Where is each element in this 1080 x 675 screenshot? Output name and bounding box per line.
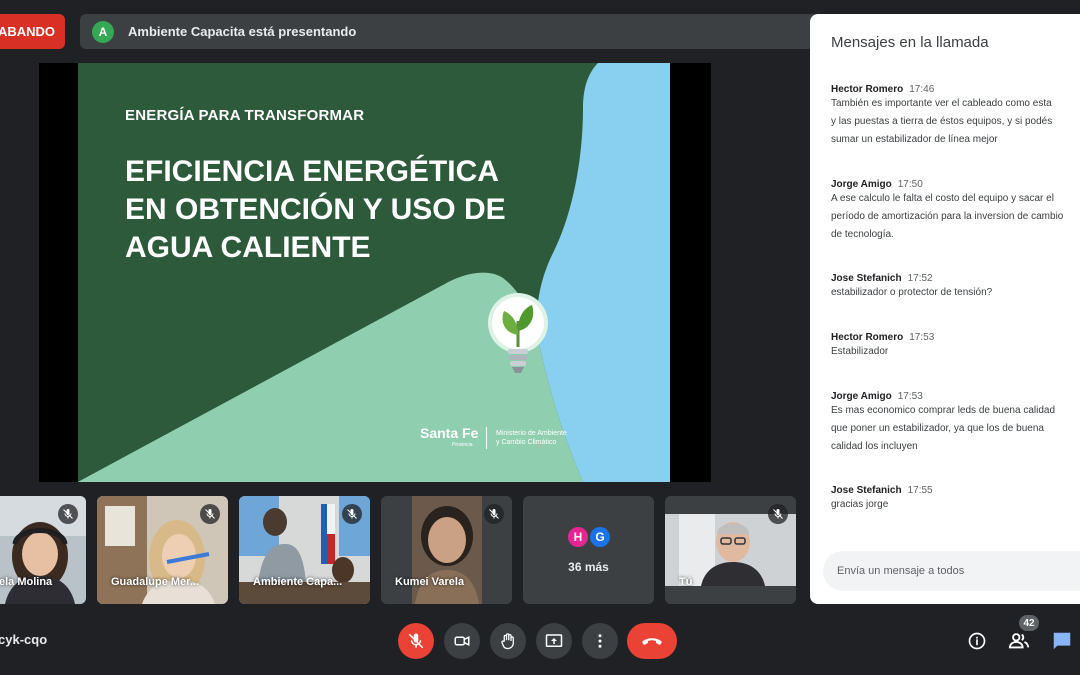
present-icon — [545, 634, 563, 647]
santa-fe-logo: Santa Fe — [420, 425, 479, 441]
message-text: A ese calculo le falta el costo del equi… — [831, 193, 1054, 204]
slide-background — [78, 63, 670, 482]
message-header: Jose Stefanich 17:55 — [831, 485, 1080, 496]
santa-fe-logo-sub: Provincia — [452, 442, 473, 448]
message-header: Jorge Amigo 17:50 — [831, 179, 1080, 190]
more-participants-label: 36 más — [568, 560, 609, 574]
leave-call-button[interactable] — [627, 623, 677, 659]
participant-name: ela Molina — [0, 576, 53, 588]
participant-name: Tú — [679, 576, 693, 588]
message-header: Jorge Amigo 17:53 — [831, 391, 1080, 402]
chat-panel: Mensajes en la llamada Hector Romero 17:4… — [810, 14, 1080, 604]
participant-avatar: G — [588, 525, 612, 549]
presentation-stage: ENERGÍA PARA TRANSFORMAR EFICIENCIA ENER… — [39, 63, 711, 482]
slide-title: EFICIENCIA ENERGÉTICA EN OBTENCIÓN Y USO… — [125, 153, 545, 267]
presenting-banner: A Ambiente Capacita está presentando — [80, 14, 820, 49]
ministry-line: Ministerio de Ambiente — [496, 430, 567, 437]
people-count-badge: 42 — [1019, 615, 1039, 631]
chat-button[interactable] — [1049, 628, 1075, 654]
recording-badge: ABANDO — [0, 14, 65, 49]
message-header: Jose Stefanich 17:52 — [831, 273, 1080, 284]
chat-message: Jorge Amigo 17:50 A ese calculo le falta … — [831, 179, 1080, 244]
mic-off-icon — [408, 633, 424, 649]
message-time: 17:50 — [897, 179, 923, 190]
chat-title: Mensajes en la llamada — [831, 34, 989, 51]
info-icon — [968, 632, 986, 650]
slide-kicker: ENERGÍA PARA TRANSFORMAR — [125, 107, 365, 124]
message-text: estabilizador o protector de tensión? — [831, 287, 993, 298]
mic-off-icon — [768, 504, 788, 524]
message-text: calidad los incluyen — [831, 441, 918, 452]
more-participants-tile[interactable]: H G 36 más — [523, 496, 654, 604]
message-header: Hector Romero 17:46 — [831, 84, 1080, 95]
more-options-button[interactable] — [582, 623, 618, 659]
mic-toggle-button[interactable] — [398, 623, 434, 659]
raise-hand-button[interactable] — [490, 623, 526, 659]
message-text: sumar un estabilizador de línea mejor — [831, 134, 998, 145]
message-text: gracias jorge — [831, 499, 889, 510]
people-button[interactable] — [1006, 628, 1032, 654]
message-time: 17:55 — [907, 485, 933, 496]
ministry-label: Ministerio de Ambiente y Cambio Climátic… — [496, 429, 596, 447]
participant-tile[interactable]: ela Molina — [0, 496, 86, 604]
ministry-line: y Cambio Climático — [496, 439, 557, 446]
message-author: Hector Romero — [831, 332, 904, 343]
slide-title-line: EFICIENCIA ENERGÉTICA — [125, 155, 499, 188]
hand-icon — [501, 633, 514, 650]
slide-title-line: AGUA CALIENTE — [125, 231, 371, 264]
people-icon — [1008, 633, 1030, 649]
participant-name: Kumei Varela — [395, 576, 465, 588]
message-text: que poner un estabilizador, ya que los d… — [831, 423, 1044, 434]
present-now-button[interactable] — [536, 623, 572, 659]
message-text: Es mas economico comprar leds de buena c… — [831, 405, 1056, 416]
chat-message-input[interactable] — [823, 551, 1080, 591]
message-author: Jose Stefanich — [831, 485, 902, 496]
participant-tile[interactable]: Kumei Varela — [381, 496, 512, 604]
participant-name: Guadalupe Mer... — [111, 576, 200, 588]
more-icon — [598, 634, 602, 648]
mic-off-icon — [342, 504, 362, 524]
message-author: Jose Stefanich — [831, 273, 902, 284]
participant-name: Ambiente Capa... — [253, 576, 343, 588]
lightbulb-leaf-icon — [488, 293, 548, 373]
presentation-slide: ENERGÍA PARA TRANSFORMAR EFICIENCIA ENER… — [78, 63, 670, 482]
chat-message: Jose Stefanich 17:52 estabilizador o prot… — [831, 273, 1080, 302]
chat-message: Hector Romero 17:46 También es importante… — [831, 84, 1080, 149]
message-time: 17:52 — [907, 273, 933, 284]
meeting-code: cyk-cqo — [0, 632, 48, 647]
participant-tile[interactable]: Guadalupe Mer... — [97, 496, 228, 604]
participant-tile[interactable]: Ambiente Capa... — [239, 496, 370, 604]
message-time: 17:53 — [909, 332, 935, 343]
slide-title-line: EN OBTENCIÓN Y USO DE — [125, 193, 506, 226]
message-text: También es importante ver el cableado co… — [831, 98, 1052, 109]
chat-icon — [1053, 632, 1071, 650]
message-text: período de amortización para la inversio… — [831, 211, 1064, 222]
message-header: Hector Romero 17:53 — [831, 332, 1080, 343]
camera-toggle-button[interactable] — [444, 623, 480, 659]
more-avatars: H G — [566, 525, 612, 549]
message-author: Hector Romero — [831, 84, 904, 95]
chat-message: Hector Romero 17:53 Estabilizador — [831, 332, 1080, 361]
presenting-text: Ambiente Capacita está presentando — [128, 24, 357, 39]
message-author: Jorge Amigo — [831, 179, 892, 190]
message-text: de tecnología. — [831, 229, 894, 240]
mic-off-icon — [200, 504, 220, 524]
participant-avatar: H — [566, 525, 590, 549]
message-time: 17:53 — [897, 391, 923, 402]
hangup-icon — [642, 638, 662, 645]
logo-divider — [486, 427, 487, 449]
presenter-avatar: A — [92, 20, 114, 43]
meeting-details-button[interactable] — [964, 628, 990, 654]
message-text: Estabilizador — [831, 346, 889, 357]
message-text: y las puestas a tierra de éstos equipos,… — [831, 116, 1053, 127]
chat-message: Jorge Amigo 17:53 Es mas economico compra… — [831, 391, 1080, 456]
message-time: 17:46 — [909, 84, 935, 95]
chat-message: Jose Stefanich 17:55 gracias jorge — [831, 485, 1080, 514]
message-author: Jorge Amigo — [831, 391, 892, 402]
self-tile[interactable]: Tú — [665, 496, 796, 604]
camera-icon — [454, 636, 470, 646]
meet-window: ABANDO A Ambiente Capacita está presenta… — [0, 0, 1080, 675]
mic-off-icon — [484, 504, 504, 524]
mic-off-icon — [58, 504, 78, 524]
